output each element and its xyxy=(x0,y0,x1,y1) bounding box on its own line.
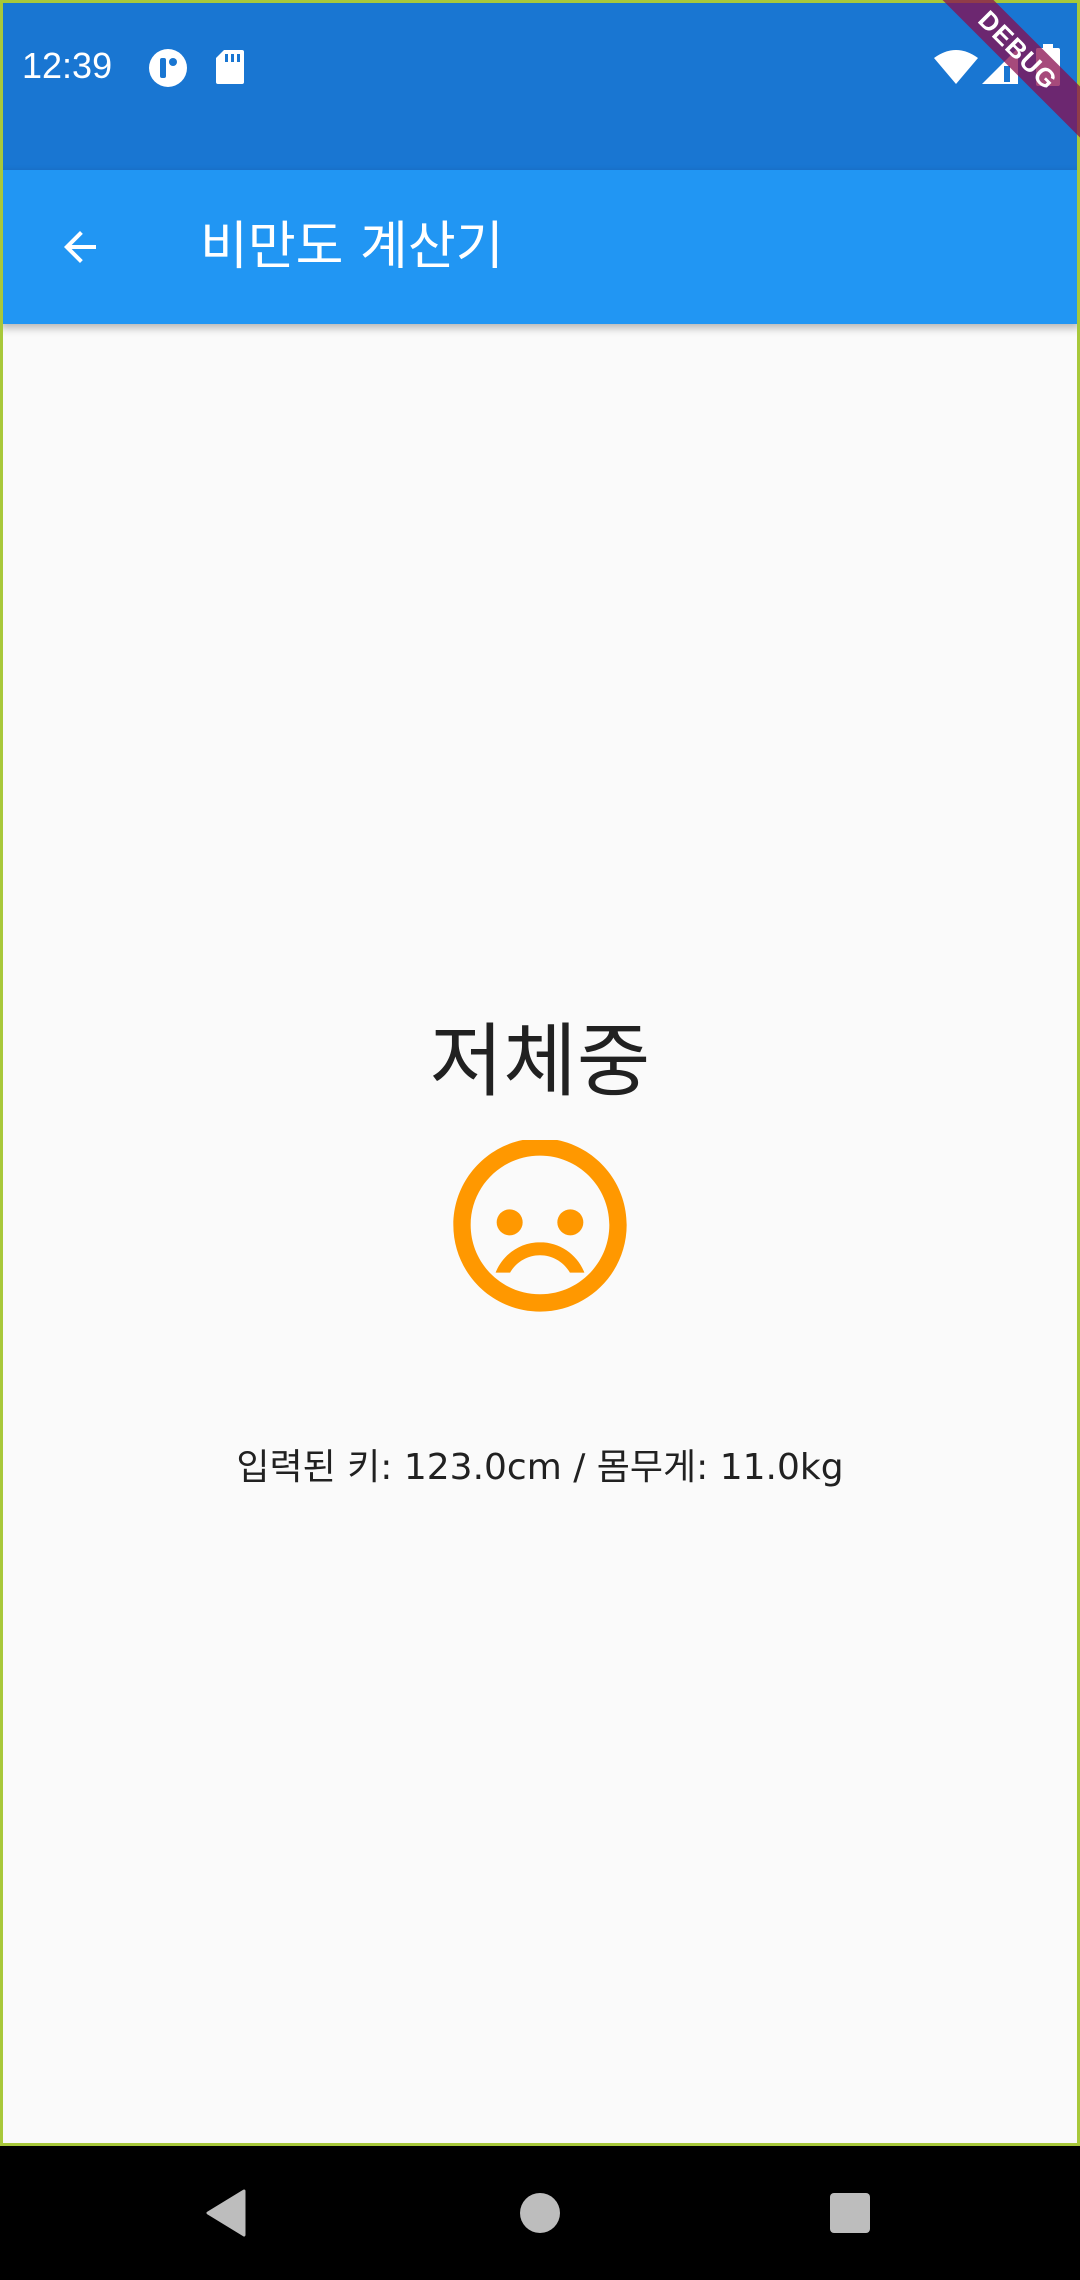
back-triangle-icon xyxy=(206,2189,246,2237)
recents-square-icon xyxy=(830,2193,870,2233)
result-label: 저체중 xyxy=(429,1015,651,1108)
sentiment-dissatisfied-icon xyxy=(453,1140,627,1312)
home-circle-icon xyxy=(520,2193,560,2233)
screen: 12:39 DEBUG 비만도 계산기 저체중 입력된 키: 123.0cm /… xyxy=(0,0,1080,2280)
input-summary: 입력된 키: 123.0cm / 몸무게: 11.0kg xyxy=(236,1447,844,1488)
nav-recents-button[interactable] xyxy=(800,2163,900,2263)
status-bar: 12:39 DEBUG xyxy=(0,0,1080,170)
nav-back-button[interactable] xyxy=(176,2163,276,2263)
notification-app-icon xyxy=(149,49,187,87)
result-body: 저체중 입력된 키: 123.0cm / 몸무게: 11.0kg xyxy=(0,324,1080,2146)
status-time: 12:39 xyxy=(22,45,113,86)
arrow-back-icon xyxy=(64,231,96,263)
debug-banner-label: DEBUG xyxy=(920,0,1080,148)
system-nav-bar xyxy=(0,2146,1080,2280)
page-title: 비만도 계산기 xyxy=(200,217,504,277)
app-bar: 비만도 계산기 xyxy=(0,170,1080,324)
nav-home-button[interactable] xyxy=(490,2163,590,2263)
debug-banner: DEBUG xyxy=(910,0,1080,170)
back-button[interactable] xyxy=(30,197,130,297)
sd-card-icon xyxy=(216,50,244,84)
